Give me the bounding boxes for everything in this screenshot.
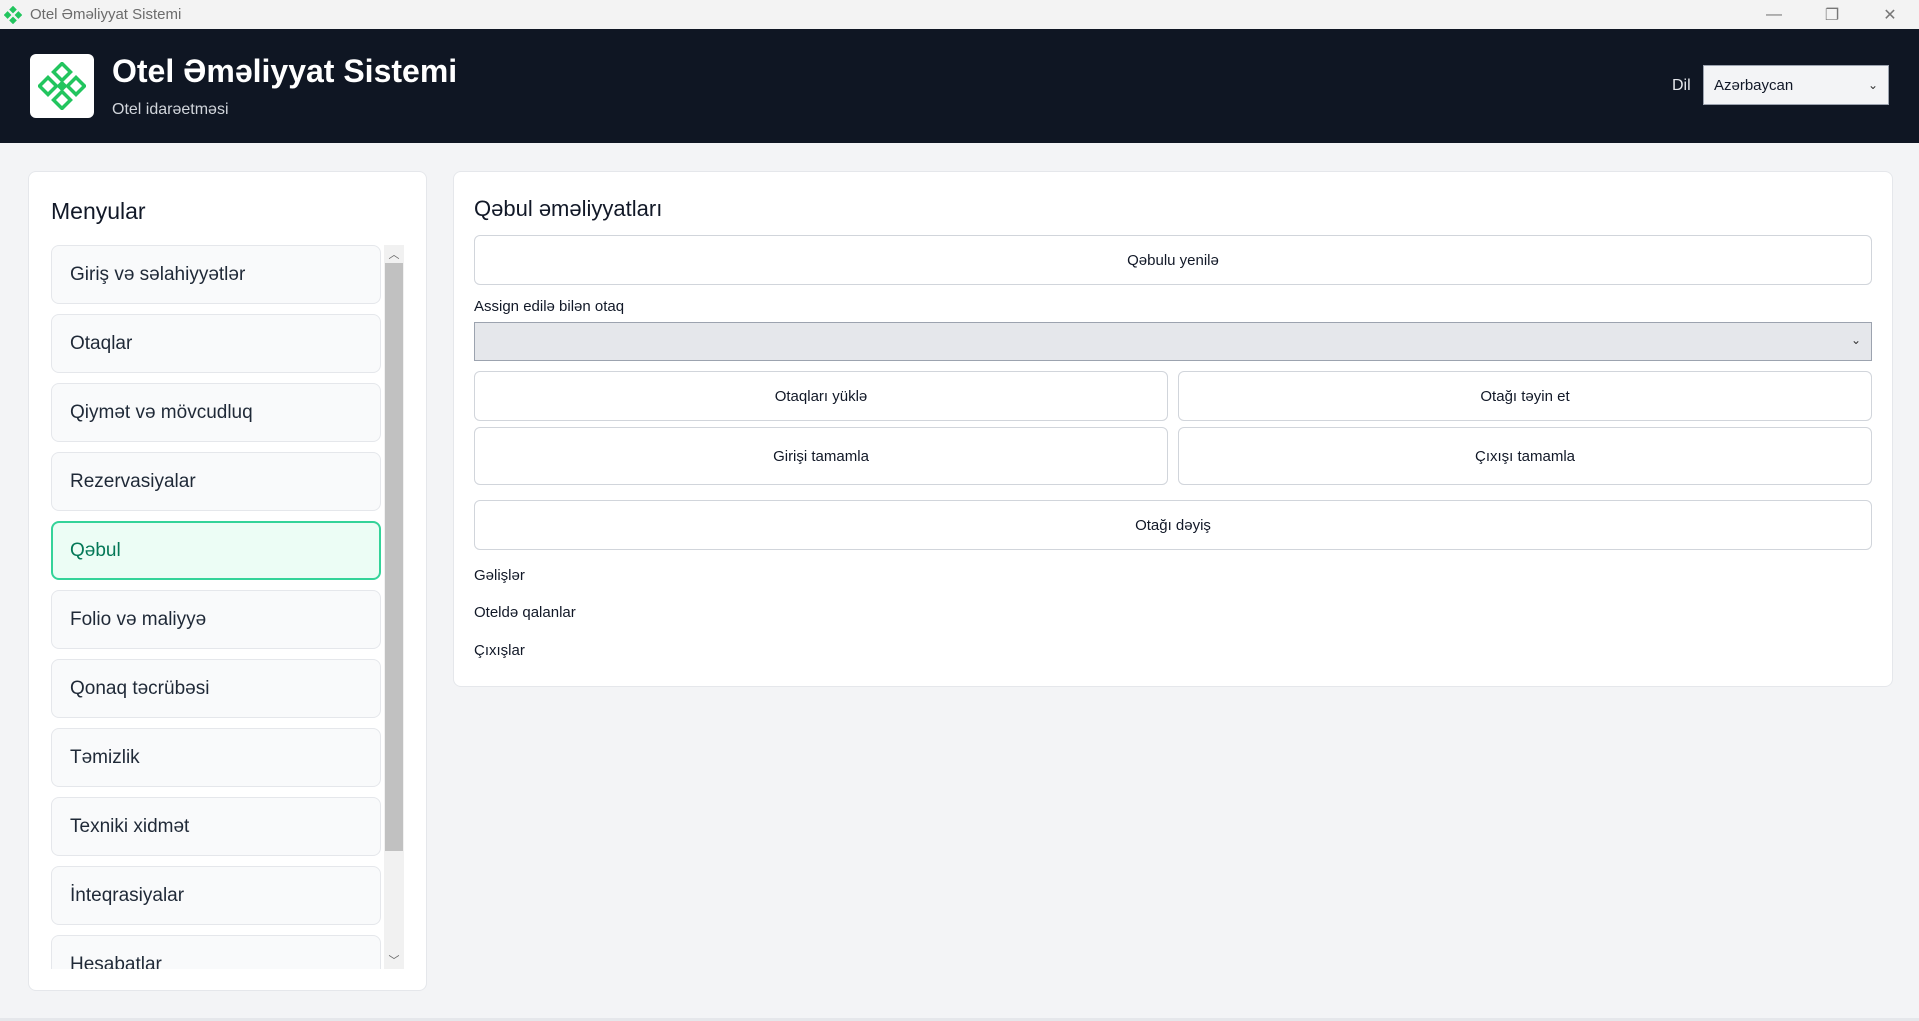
change-room-button[interactable]: Otağı dəyiş bbox=[474, 500, 1872, 550]
menu-list: Giriş və səlahiyyətlər Otaqlar Qiymət və… bbox=[51, 245, 381, 969]
sidebar-item-reservations[interactable]: Rezervasiyalar bbox=[51, 452, 381, 511]
load-rooms-button[interactable]: Otaqları yüklə bbox=[474, 371, 1168, 421]
app-logo-icon bbox=[4, 5, 22, 24]
sidebar-item-label: Texniki xidmət bbox=[70, 815, 190, 837]
arrivals-label: Gəlişlər bbox=[474, 567, 525, 584]
app-title: Otel Əməliyyat Sistemi bbox=[112, 53, 458, 89]
chevron-down-icon: ⌄ bbox=[1867, 78, 1878, 92]
sidebar-item-integrations[interactable]: İnteqrasiyalar bbox=[51, 866, 381, 925]
sidebar: Menyular Giriş və səlahiyyətlər Otaqlar … bbox=[28, 171, 427, 991]
window-titlebar: Otel Əməliyyat Sistemi — ❐ ✕ bbox=[0, 0, 1919, 30]
chevron-down-icon: ⌄ bbox=[1850, 333, 1861, 347]
window-title: Otel Əməliyyat Sistemi bbox=[30, 6, 182, 23]
sidebar-item-rates[interactable]: Qiymət və mövcudluq bbox=[51, 383, 381, 442]
sidebar-title: Menyular bbox=[51, 198, 146, 224]
sidebar-item-label: Otaqlar bbox=[70, 332, 133, 354]
sidebar-item-housekeeping[interactable]: Təmizlik bbox=[51, 728, 381, 787]
room-select-label: Assign edilə bilən otaq bbox=[474, 298, 625, 315]
sidebar-item-rooms[interactable]: Otaqlar bbox=[51, 314, 381, 373]
in-house-label: Oteldə qalanlar bbox=[474, 604, 576, 621]
language-select[interactable]: Azərbaycan ⌄ bbox=[1703, 65, 1889, 105]
sidebar-item-label: Qəbul bbox=[70, 539, 121, 561]
logo bbox=[30, 54, 94, 118]
sidebar-item-guest-experience[interactable]: Qonaq təcrübəsi bbox=[51, 659, 381, 718]
scrollbar-thumb[interactable] bbox=[385, 263, 403, 851]
sidebar-item-label: Qonaq təcrübəsi bbox=[70, 677, 210, 699]
refresh-front-desk-button[interactable]: Qəbulu yenilə bbox=[474, 235, 1872, 285]
complete-checkin-button[interactable]: Girişi tamamla bbox=[474, 427, 1168, 485]
menu-scrollbar[interactable]: ︿ ﹀ bbox=[384, 245, 404, 969]
assign-room-button[interactable]: Otağı təyin et bbox=[1178, 371, 1872, 421]
minimize-icon[interactable]: — bbox=[1745, 0, 1803, 29]
complete-checkout-button[interactable]: Çıxışı tamamla bbox=[1178, 427, 1872, 485]
sidebar-item-label: İnteqrasiyalar bbox=[70, 884, 185, 906]
sidebar-item-label: Rezervasiyalar bbox=[70, 470, 196, 492]
sidebar-item-access[interactable]: Giriş və səlahiyyətlər bbox=[51, 245, 381, 304]
sidebar-item-front-desk[interactable]: Qəbul bbox=[51, 521, 381, 580]
front-desk-panel: Qəbul əməliyyatları Qəbulu yenilə Assign… bbox=[453, 171, 1893, 687]
sidebar-item-label: Qiymət və mövcudluq bbox=[70, 401, 253, 423]
sidebar-item-label: Giriş və səlahiyyətlər bbox=[70, 263, 246, 285]
page-title: Qəbul əməliyyatları bbox=[474, 196, 663, 221]
restore-icon[interactable]: ❐ bbox=[1803, 0, 1861, 29]
sidebar-item-maintenance[interactable]: Texniki xidmət bbox=[51, 797, 381, 856]
app-subtitle: Otel idarəetməsi bbox=[112, 101, 229, 118]
language-label: Dil bbox=[1672, 77, 1691, 94]
language-select-value: Azərbaycan bbox=[1714, 76, 1794, 94]
sidebar-item-label: Folio və maliyyə bbox=[70, 608, 207, 630]
scroll-up-icon[interactable]: ︿ bbox=[384, 245, 404, 263]
sidebar-item-label: Hesabatlar bbox=[70, 953, 162, 970]
scroll-down-icon[interactable]: ﹀ bbox=[384, 951, 404, 969]
departures-label: Çıxışlar bbox=[474, 642, 525, 659]
app-header: Otel Əməliyyat Sistemi Otel idarəetməsi … bbox=[0, 29, 1919, 143]
diamond-logo-icon bbox=[38, 62, 86, 110]
sidebar-item-label: Təmizlik bbox=[70, 746, 140, 768]
close-icon[interactable]: ✕ bbox=[1861, 0, 1919, 29]
assignable-room-select[interactable]: ⌄ bbox=[474, 322, 1872, 361]
sidebar-item-folio[interactable]: Folio və maliyyə bbox=[51, 590, 381, 649]
sidebar-item-reports[interactable]: Hesabatlar bbox=[51, 935, 381, 969]
